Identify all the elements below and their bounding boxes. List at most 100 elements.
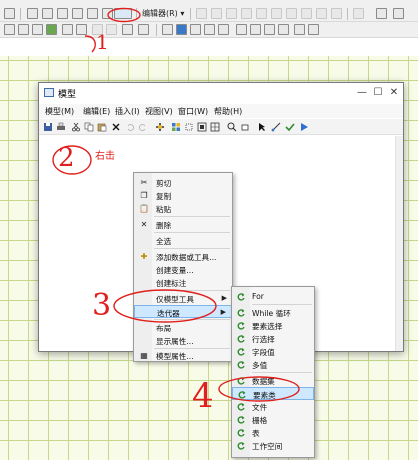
submenu-item-for[interactable]: For bbox=[232, 290, 314, 303]
add-data-icon[interactable] bbox=[155, 122, 165, 132]
menu-view[interactable]: 视图(V) bbox=[145, 106, 173, 117]
vertical-scrollbar[interactable] bbox=[395, 136, 403, 351]
modelbuilder-icon[interactable] bbox=[114, 8, 132, 19]
submenu-item-workspaces[interactable]: 工作空间 bbox=[232, 439, 314, 452]
edit-tool-icon[interactable] bbox=[196, 8, 207, 19]
menu-item-layout[interactable]: 布局 bbox=[134, 321, 232, 334]
rotate-icon[interactable] bbox=[286, 8, 297, 19]
menu-item-iterators[interactable]: 迭代器 ▶ bbox=[134, 305, 232, 318]
undo-icon[interactable] bbox=[125, 122, 135, 132]
layout-icon[interactable] bbox=[376, 8, 387, 19]
create-features-icon[interactable] bbox=[353, 8, 364, 19]
save-icon[interactable] bbox=[43, 122, 53, 132]
pan-icon[interactable] bbox=[240, 122, 250, 132]
full-extent-icon[interactable] bbox=[46, 24, 57, 35]
toolbar-options-icon[interactable] bbox=[393, 8, 404, 19]
select-elements-icon[interactable] bbox=[162, 24, 173, 35]
go-to-xy-icon[interactable] bbox=[264, 24, 275, 35]
catalog-icon[interactable] bbox=[57, 8, 68, 19]
menu-insert[interactable]: 插入(I) bbox=[115, 106, 140, 117]
redo-icon[interactable] bbox=[138, 122, 148, 132]
delete-feature-icon[interactable] bbox=[316, 8, 327, 19]
submenu-item-field-value[interactable]: 字段值 bbox=[232, 345, 314, 358]
menu-item-copy[interactable]: ❐ 复制 bbox=[134, 189, 232, 202]
menu-item-label: 删除 bbox=[156, 221, 172, 230]
minimize-button[interactable]: — bbox=[355, 86, 369, 99]
hyperlink-icon[interactable] bbox=[190, 24, 201, 35]
menu-separator bbox=[154, 232, 230, 233]
select-arrow-icon[interactable] bbox=[257, 122, 267, 132]
submenu-item-feature-classes[interactable]: 要素类 bbox=[232, 387, 314, 400]
submenu-item-row-selection[interactable]: 行选择 bbox=[232, 332, 314, 345]
menu-item-cut[interactable]: ✂ 剪切 bbox=[134, 176, 232, 189]
paste-icon[interactable] bbox=[97, 122, 107, 132]
delete-icon[interactable] bbox=[111, 122, 121, 132]
clear-selection-icon[interactable] bbox=[138, 24, 149, 35]
table-icon[interactable] bbox=[42, 8, 53, 19]
submenu-item-while[interactable]: While 循环 bbox=[232, 306, 314, 319]
zoom-out-icon[interactable] bbox=[18, 24, 29, 35]
identify-icon[interactable] bbox=[176, 24, 187, 35]
menu-item-paste[interactable]: 📋 粘贴 bbox=[134, 202, 232, 215]
submenu-item-feature-selection[interactable]: 要素选择 bbox=[232, 319, 314, 332]
zoom-extent-icon[interactable] bbox=[27, 8, 38, 19]
menu-item-diagram-properties[interactable]: 显示属性... bbox=[134, 334, 232, 347]
line-icon[interactable] bbox=[226, 8, 237, 19]
toolbar-options-icon[interactable] bbox=[308, 24, 319, 35]
grid-icon[interactable] bbox=[210, 122, 220, 132]
fixed-zoom-in-icon[interactable] bbox=[62, 24, 73, 35]
menu-item-delete[interactable]: ✕ 删除 bbox=[134, 218, 232, 231]
cut-polygon-icon[interactable] bbox=[271, 8, 282, 19]
select-features-icon[interactable] bbox=[122, 24, 133, 35]
submenu-item-rasters[interactable]: 栅格 bbox=[232, 413, 314, 426]
copy-icon[interactable] bbox=[84, 122, 94, 132]
fixed-zoom-icon[interactable] bbox=[197, 122, 207, 132]
attributes-icon[interactable] bbox=[301, 8, 312, 19]
menu-item-model-properties[interactable]: ▦ 模型属性... bbox=[134, 349, 232, 362]
submenu-item-files[interactable]: 文件 bbox=[232, 400, 314, 413]
find-icon[interactable] bbox=[236, 24, 247, 35]
fixed-zoom-out-icon[interactable] bbox=[76, 24, 87, 35]
auto-layout-icon[interactable] bbox=[171, 122, 181, 132]
model-window-titlebar[interactable]: 模型 — ☐ ✕ bbox=[39, 83, 403, 103]
menu-item-create-label[interactable]: 创建标注 bbox=[134, 276, 232, 289]
reshape-icon[interactable] bbox=[256, 8, 267, 19]
menu-item-select-all[interactable]: 全选 bbox=[134, 234, 232, 247]
validate-icon[interactable] bbox=[285, 122, 295, 132]
sketch-icon[interactable] bbox=[211, 8, 222, 19]
maximize-button[interactable]: ☐ bbox=[371, 86, 385, 99]
zoom-icon[interactable] bbox=[227, 122, 237, 132]
toolbar-dropdown-icon[interactable] bbox=[4, 8, 15, 19]
menu-item-model-only-tools[interactable]: 仅模型工具 ▶ bbox=[134, 292, 232, 305]
time-slider-icon[interactable] bbox=[278, 24, 289, 35]
menu-window[interactable]: 窗口(W) bbox=[178, 106, 208, 117]
zoom-in-icon[interactable] bbox=[4, 24, 15, 35]
editor-menu[interactable]: 编辑器(R) ▾ bbox=[142, 8, 184, 19]
print-icon[interactable] bbox=[56, 122, 66, 132]
toolbar-separator bbox=[347, 8, 348, 20]
cut-icon[interactable] bbox=[71, 122, 81, 132]
arctoolbox-icon[interactable] bbox=[87, 8, 98, 19]
menu-edit[interactable]: 编辑(E) bbox=[83, 106, 110, 117]
submenu-item-datasets[interactable]: 数据集 bbox=[232, 374, 314, 387]
menu-item-create-variable[interactable]: 创建变量... bbox=[134, 263, 232, 276]
submenu-arrow-icon: ▶ bbox=[221, 294, 227, 302]
close-button[interactable]: ✕ bbox=[387, 86, 401, 99]
pan-icon[interactable] bbox=[32, 24, 43, 35]
python-icon[interactable] bbox=[102, 8, 113, 19]
connect-icon[interactable] bbox=[271, 122, 281, 132]
menu-item-add-data[interactable]: ✚ 添加数据或工具... bbox=[134, 250, 232, 263]
menu-model[interactable]: 模型(M) bbox=[45, 106, 74, 117]
measure-icon[interactable] bbox=[218, 24, 229, 35]
full-extent-icon[interactable] bbox=[184, 122, 194, 132]
submenu-item-multivalue[interactable]: 多值 bbox=[232, 358, 314, 371]
vertex-icon[interactable] bbox=[241, 8, 252, 19]
find-route-icon[interactable] bbox=[250, 24, 261, 35]
submenu-item-tables[interactable]: 表 bbox=[232, 426, 314, 439]
sketch-properties-icon[interactable] bbox=[331, 8, 342, 19]
html-popup-icon[interactable] bbox=[204, 24, 215, 35]
menu-help[interactable]: 帮助(H) bbox=[214, 106, 242, 117]
viewer-icon[interactable] bbox=[294, 24, 305, 35]
search-window-icon[interactable] bbox=[72, 8, 83, 19]
run-icon[interactable] bbox=[299, 122, 309, 132]
